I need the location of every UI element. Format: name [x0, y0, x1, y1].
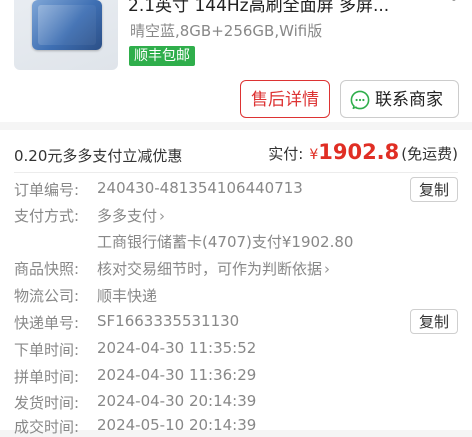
payment-method[interactable]: 多多支付 ›	[97, 205, 165, 226]
chat-bubble-icon	[350, 90, 370, 110]
promo-text: 0.20元多多支付立减优惠	[14, 147, 183, 165]
copy-tracking-number-button[interactable]: 复制	[410, 309, 458, 334]
deal-time-label: 成交时间:	[14, 418, 80, 436]
paid-summary: 实付: ¥1902.8 (免运费)	[268, 140, 458, 164]
copy-order-number-button[interactable]: 复制	[410, 177, 458, 202]
group-time-label: 拼单时间:	[14, 368, 80, 386]
product-title[interactable]: 2.1英寸 144Hz高刷全面屏 多屏...	[128, 0, 389, 16]
product-sku: 晴空蓝,8GB+256GB,Wifi版	[130, 22, 323, 40]
divider	[14, 172, 458, 173]
paid-label: 实付:	[268, 145, 304, 163]
deal-time: 2024-05-10 20:14:39	[97, 416, 257, 434]
logistics-company: 顺丰快递	[97, 287, 158, 305]
snapshot-text: 核对交易细节时，可作为判断依据	[97, 260, 323, 278]
logistics-label: 物流公司:	[14, 287, 80, 305]
order-time-label: 下单时间:	[14, 341, 80, 359]
payment-method-label: 支付方式:	[14, 207, 80, 225]
order-time: 2024-04-30 11:35:52	[97, 339, 257, 357]
ship-time: 2024-04-30 20:14:39	[97, 392, 257, 410]
tablet-image	[32, 0, 102, 50]
chevron-right-icon: ›	[324, 260, 331, 278]
shipping-tag: 顺丰包邮	[129, 46, 195, 66]
tracking-number: SF1663335531130	[97, 312, 240, 330]
product-snapshot-link[interactable]: 核对交易细节时，可作为判断依据 ›	[97, 258, 330, 279]
order-number: 240430-481354106440713	[97, 179, 303, 197]
aftersale-button[interactable]: 售后详情	[240, 80, 330, 118]
ship-time-label: 发货时间:	[14, 394, 80, 412]
contact-merchant-label: 联系商家	[375, 90, 443, 110]
paid-currency: ¥	[309, 147, 319, 163]
payment-detail: 工商银行储蓄卡(4707)支付¥1902.80	[97, 233, 354, 251]
paid-amount: 1902.8	[318, 140, 400, 164]
tracking-number-label: 快递单号:	[14, 314, 80, 332]
payment-method-text: 多多支付	[97, 207, 158, 225]
order-number-label: 订单编号:	[14, 181, 80, 199]
shipping-note: (免运费)	[401, 145, 458, 163]
more-icon[interactable]: •	[450, 0, 458, 8]
snapshot-label: 商品快照:	[14, 260, 80, 278]
contact-merchant-button[interactable]: 联系商家	[340, 80, 459, 118]
chevron-right-icon: ›	[159, 207, 166, 225]
product-thumbnail[interactable]	[14, 0, 118, 70]
group-time: 2024-04-30 11:36:29	[97, 366, 257, 384]
